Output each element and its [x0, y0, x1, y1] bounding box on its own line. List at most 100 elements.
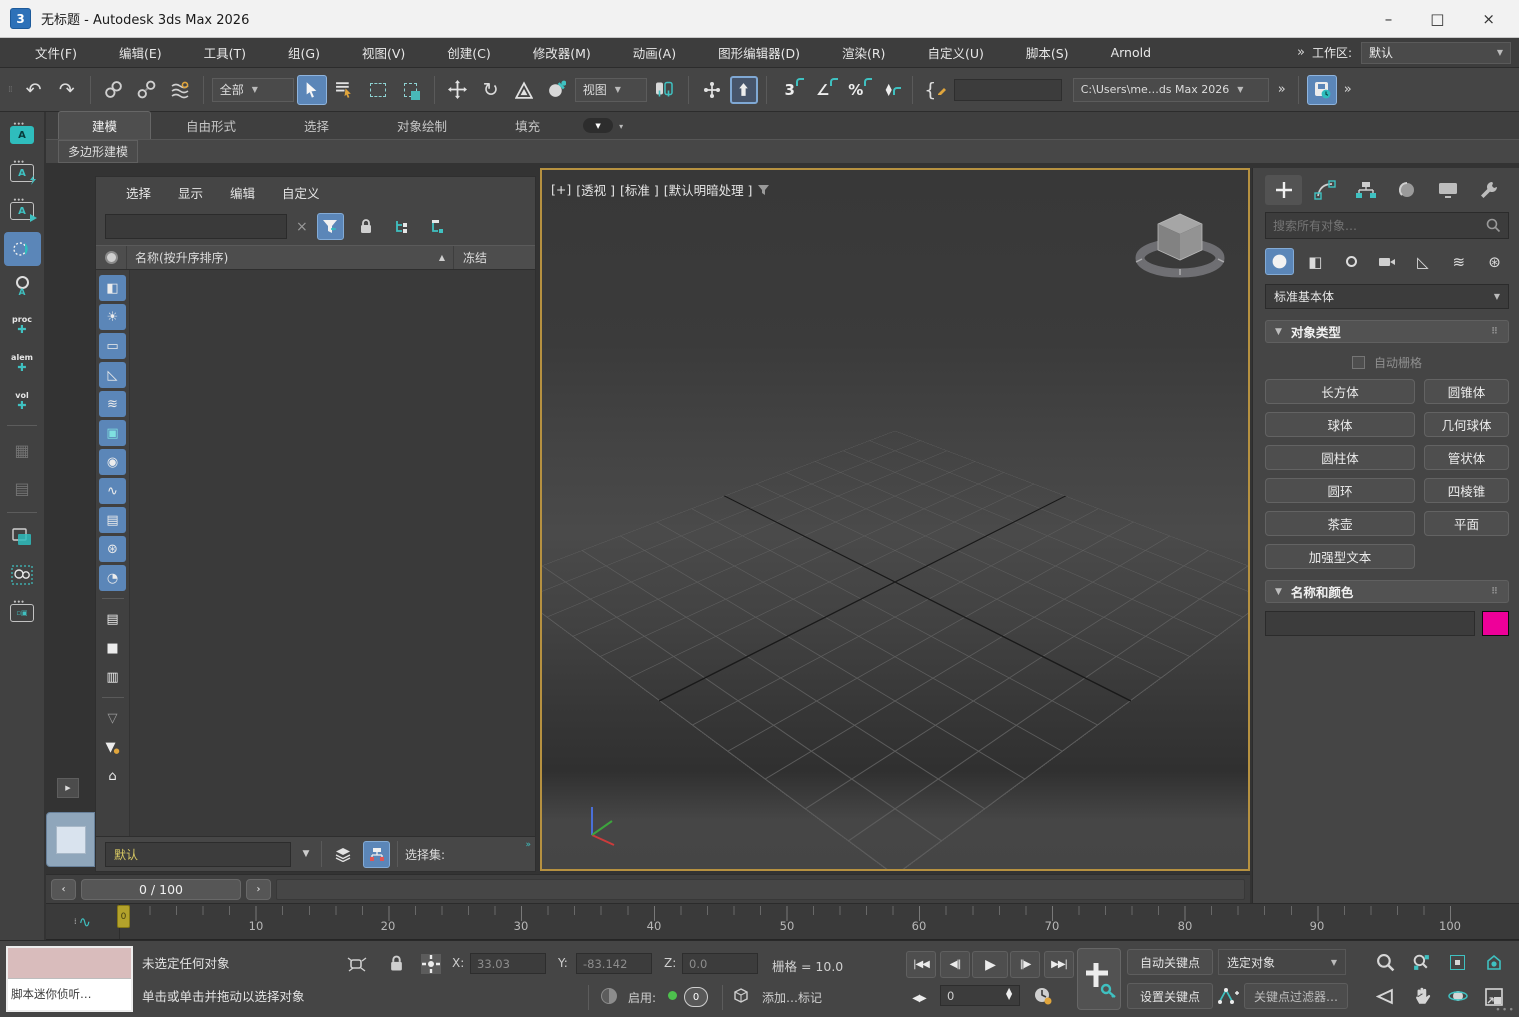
explorer-menu-customize[interactable]: 自定义 [282, 183, 320, 202]
explorer-list[interactable]: ◧ ☀ ▭ ◺ ≋ ▣ ◉ ∿ ▤ ⊛ ◔ ▤ ■ ▥ ▽ ▼● ⌂ [96, 270, 535, 836]
create-volume-button[interactable]: vol✚ [4, 384, 41, 418]
toolbar-grip[interactable]: ⁞⁞ [8, 85, 12, 95]
unlink-icon[interactable] [132, 75, 162, 105]
ribbon-minimize-button[interactable]: ▼ [583, 118, 613, 133]
arnold-render-view-button[interactable]: A [4, 118, 41, 152]
arnold-light-selected-button[interactable] [4, 232, 41, 266]
absolute-relative-coordinate-toggle[interactable] [418, 951, 443, 976]
search-filter-icon[interactable] [317, 213, 344, 240]
viewport-layout-tab[interactable] [46, 812, 95, 867]
create-procedural-button[interactable]: proc✚ [4, 308, 41, 342]
polygon-modeling-panel-label[interactable]: 多边形建模 [58, 140, 138, 163]
object-type-rollout-header[interactable]: ▼ 对象类型 ⠿ [1265, 320, 1509, 343]
time-slider-track[interactable] [276, 879, 1245, 900]
display-geometry-toggle[interactable]: ◧ [99, 275, 126, 301]
torus-button[interactable]: 圆环 [1265, 478, 1415, 503]
explorer-preset-dropdown[interactable]: 默认 [105, 842, 291, 867]
selection-lock-toggle[interactable] [384, 951, 409, 976]
textplus-button[interactable]: 加强型文本 [1265, 544, 1415, 569]
key-mode-toggle[interactable]: ◀▶ [906, 985, 932, 1012]
go-to-start-button[interactable]: |◀◀ [906, 951, 936, 978]
window-crossing-toggle[interactable] [396, 75, 426, 105]
explorer-menu-display[interactable]: 显示 [178, 183, 203, 202]
geosphere-button[interactable]: 几何球体 [1424, 412, 1509, 437]
zoom-extents-all-icon[interactable] [1480, 949, 1507, 976]
key-filters-button[interactable]: 关键点过滤器… [1244, 983, 1348, 1009]
menu-modifiers[interactable]: 修改器(M) [512, 43, 612, 62]
z-coordinate-field[interactable]: 0.0 [682, 953, 758, 974]
undo-button[interactable]: ↶ [19, 75, 49, 105]
edit-named-selection-sets-button[interactable]: { [921, 75, 951, 105]
counter-toggle[interactable]: 0 [684, 987, 708, 1007]
ribbon-tab-populate[interactable]: 填充 [482, 112, 573, 139]
auto-key-button[interactable]: 自动关键点 [1127, 949, 1213, 975]
tab-motion[interactable] [1388, 175, 1425, 205]
menu-rendering[interactable]: 渲染(R) [821, 43, 906, 62]
next-frame-button[interactable]: ‖▶ [1010, 951, 1040, 978]
category-helpers[interactable]: ◺ [1408, 248, 1437, 275]
toolbar-overflow-icon[interactable]: » [1278, 82, 1284, 97]
arnold-scene-window-button[interactable]: ▫▣ [4, 596, 41, 630]
ribbon-tab-selection[interactable]: 选择 [271, 112, 362, 139]
tab-hierarchy[interactable] [1347, 175, 1384, 205]
selected-keys-icon[interactable] [1216, 983, 1241, 1008]
viewport-menu-pov[interactable]: [透视 ] [576, 180, 615, 199]
display-bones-toggle[interactable]: ∿ [99, 478, 126, 504]
menu-scripting[interactable]: 脚本(S) [1005, 43, 1090, 62]
field-of-view-icon[interactable] [1372, 983, 1399, 1010]
menu-arnold[interactable]: Arnold [1090, 45, 1172, 60]
teapot-button[interactable]: 茶壶 [1265, 511, 1415, 536]
display-spacewarps-toggle[interactable]: ≋ [99, 391, 126, 417]
maximize-button[interactable]: □ [1430, 10, 1444, 28]
explorer-flyout-arrow[interactable]: ▶ [57, 778, 79, 798]
menu-views[interactable]: 视图(V) [341, 43, 426, 62]
frame-spinner[interactable]: ▲▼ [1006, 988, 1012, 1000]
list-view-button[interactable]: ▤ [99, 606, 126, 632]
display-helpers-toggle[interactable]: ◺ [99, 362, 126, 388]
sphere-button[interactable]: 球体 [1265, 412, 1415, 437]
selection-filter-dropdown[interactable]: 全部▼ [212, 78, 294, 102]
select-rotate-button[interactable]: ↻ [476, 75, 506, 105]
arnold-light-lister-button[interactable] [4, 558, 41, 592]
viewport-menu-shading[interactable]: [默认明暗处理 ] [664, 180, 753, 199]
x-coordinate-field[interactable]: 33.03 [470, 953, 546, 974]
display-containers-toggle[interactable]: ◉ [99, 449, 126, 475]
go-to-end-button[interactable]: ▶▶| [1044, 951, 1074, 978]
use-pivot-center-button[interactable] [650, 75, 680, 105]
plane-button[interactable]: 平面 [1424, 511, 1509, 536]
create-alembic-button[interactable]: alem✚ [4, 346, 41, 380]
cylinder-button[interactable]: 圆柱体 [1265, 445, 1415, 470]
explorer-search-input[interactable] [105, 214, 287, 239]
column-name-header[interactable]: 名称(按升序排序) ▲ [127, 249, 453, 266]
detail-view-button[interactable]: ▥ [99, 664, 126, 690]
zoom-extents-icon[interactable] [1444, 949, 1471, 976]
object-name-input[interactable] [1265, 611, 1475, 636]
autogrid-checkbox[interactable] [1352, 356, 1365, 369]
display-systems-toggle[interactable]: ⊛ [99, 536, 126, 562]
layers-view-icon[interactable] [329, 841, 356, 868]
redo-button[interactable]: ↷ [52, 75, 82, 105]
set-keys-button[interactable] [1077, 948, 1121, 1010]
category-systems[interactable]: ⊛ [1480, 248, 1509, 275]
box-button[interactable]: 长方体 [1265, 379, 1415, 404]
category-lights[interactable] [1337, 248, 1366, 275]
arnold-create-light-button[interactable]: A [4, 270, 41, 304]
maxscript-mini-listener[interactable]: 脚本迷你侦听… [6, 946, 133, 1012]
menu-overflow-icon[interactable]: » [1297, 45, 1303, 60]
tab-modify[interactable] [1306, 175, 1343, 205]
pyramid-button[interactable]: 四棱锥 [1424, 478, 1509, 503]
perspective-viewport[interactable]: [+] [透视 ] [标准 ] [默认明暗处理 ] [540, 168, 1250, 871]
arnold-operator-list-button[interactable]: ▤ [4, 471, 41, 505]
ribbon-tab-object-paint[interactable]: 对象绘制 [364, 112, 480, 139]
reference-coordinate-dropdown[interactable]: 视图▼ [575, 78, 647, 102]
category-shapes[interactable]: ◧ [1301, 248, 1330, 275]
column-type-icon[interactable] [96, 246, 127, 269]
isolate-selection-toggle[interactable] [344, 951, 369, 976]
menu-group[interactable]: 组(G) [267, 43, 341, 62]
tab-utilities[interactable] [1470, 175, 1507, 205]
viewport-filter-icon[interactable] [757, 184, 770, 196]
workspace-dropdown[interactable]: 默认▼ [1361, 42, 1511, 64]
arnold-operator-button[interactable]: ▦ [4, 433, 41, 467]
pan-hand-icon[interactable] [1408, 983, 1435, 1010]
tab-display[interactable] [1429, 175, 1466, 205]
